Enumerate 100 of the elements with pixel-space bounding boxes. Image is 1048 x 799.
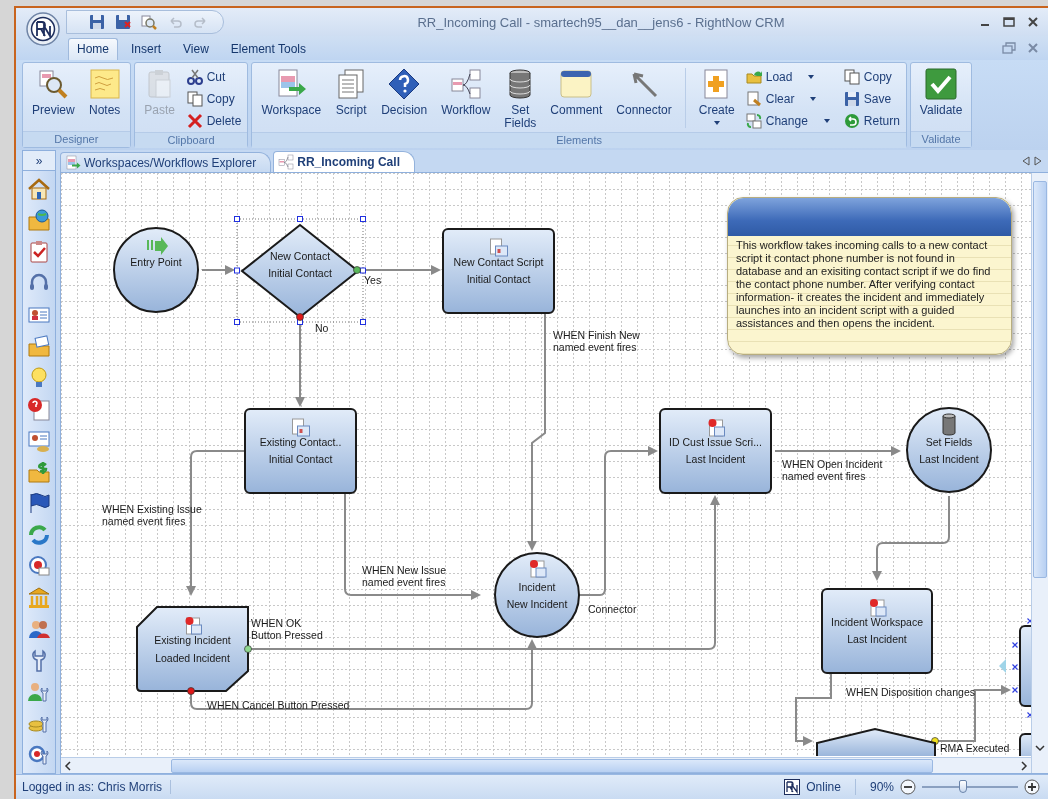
document-icon	[708, 419, 725, 437]
copy-icon	[186, 91, 203, 107]
preview-button[interactable]: Preview	[27, 66, 80, 119]
selection-handles[interactable]	[234, 216, 366, 325]
flow-node[interactable]	[113, 227, 199, 313]
target-card-icon[interactable]	[27, 554, 51, 579]
maximize-icon[interactable]	[1002, 15, 1016, 29]
swap-icon	[745, 113, 762, 129]
node-subtitle: Last Incident	[919, 453, 979, 465]
node-subtitle: New Incident	[506, 598, 568, 610]
port-dot[interactable]	[296, 313, 304, 321]
folder-icon	[745, 69, 762, 85]
window-title: RR_Incoming Call - smartech95__dan__jens6 - RightNow CRM	[416, 14, 786, 30]
change-button[interactable]: Change	[743, 110, 832, 132]
logged-in-user: Logged in as: Chris Morris	[22, 780, 172, 794]
port-dot[interactable]	[187, 687, 195, 695]
person-wrench-icon[interactable]	[27, 680, 51, 704]
magnifier-icon[interactable]	[141, 14, 157, 30]
ribbon-tab[interactable]: Home	[68, 38, 118, 60]
document-arrow-icon	[275, 68, 308, 100]
zoom-out-icon[interactable]	[900, 779, 916, 795]
script-button[interactable]: Script	[330, 66, 373, 119]
sidebar-toggle[interactable]: »	[23, 151, 55, 171]
ribbon-tab[interactable]: Insert	[122, 38, 171, 60]
flow-node[interactable]	[1019, 733, 1031, 756]
comment-button[interactable]: Comment	[545, 66, 608, 119]
left-triangle-icon[interactable]	[1022, 156, 1030, 166]
flow-node[interactable]	[494, 552, 580, 638]
clipboard-check-icon[interactable]	[27, 239, 51, 264]
node-title: Existing Contact..	[259, 436, 342, 448]
save-button[interactable]: Save	[841, 88, 902, 110]
folder-card-icon[interactable]	[27, 334, 51, 359]
flow-node[interactable]	[821, 588, 933, 674]
flow-node[interactable]	[816, 727, 936, 756]
scrollbar-thumb[interactable]	[171, 758, 933, 773]
ribbon-tab[interactable]: View	[174, 38, 218, 60]
dollar-folder-icon[interactable]	[27, 459, 51, 484]
app-logo-icon[interactable]	[26, 12, 60, 46]
zoom-in-icon[interactable]	[1024, 779, 1040, 795]
node-subtitle: Loaded Incident	[155, 652, 230, 664]
set-fields-button[interactable]: Set Fields	[499, 66, 542, 132]
save-close-icon[interactable]	[115, 14, 131, 30]
node-title: Incident Workspace	[831, 616, 923, 628]
validate-button[interactable]: Validate	[914, 66, 968, 119]
decision-button[interactable]: Decision	[376, 66, 433, 119]
zoom-percent: 90%	[869, 780, 894, 794]
copy-button[interactable]: Copy	[841, 66, 902, 88]
connector-label: WHEN Existing Issue named event fires	[102, 503, 202, 527]
workspace-button[interactable]: Workspace	[256, 66, 327, 119]
connector-label: WHEN Finish New named event fires	[553, 329, 640, 353]
flow-node[interactable]	[442, 228, 555, 314]
workflow-button[interactable]: Workflow	[436, 66, 496, 119]
connector-label: WHEN Open Incident named event fires	[782, 458, 883, 482]
circle-arrows-icon[interactable]	[27, 522, 51, 547]
load-button[interactable]: Load	[743, 66, 832, 88]
port-dot[interactable]	[353, 266, 361, 274]
scrollbar-thumb[interactable]	[1033, 181, 1047, 578]
arrow-icon	[147, 237, 168, 255]
save-icon[interactable]	[89, 14, 105, 30]
port-dot[interactable]	[244, 645, 252, 653]
connector-button[interactable]: Connector	[611, 66, 677, 119]
create-button[interactable]: Create	[693, 66, 740, 127]
node-title: ID Cust Issue Scri...	[669, 436, 762, 448]
group-title: Clipboard	[134, 132, 248, 148]
question-document-icon[interactable]	[27, 397, 51, 422]
node-subtitle: Initial Contact	[268, 267, 332, 279]
connector-label: WHEN Cancel Button Pressed	[207, 699, 350, 711]
right-triangle-icon[interactable]	[1034, 156, 1042, 166]
document-arrow-icon	[65, 154, 81, 171]
flow-node[interactable]	[244, 408, 357, 494]
flag-icon[interactable]	[27, 491, 51, 516]
notes-button[interactable]: Notes	[83, 66, 126, 119]
house-icon[interactable]	[27, 177, 51, 201]
node-title: New Contact Script	[453, 256, 544, 268]
connector-label: WHEN Disposition changes	[846, 686, 975, 698]
cut-button[interactable]: Cut	[184, 66, 244, 88]
return-button[interactable]: Return	[841, 110, 902, 132]
flow-node[interactable]	[1019, 625, 1031, 707]
slider-thumb[interactable]	[959, 780, 968, 793]
app-logo-icon	[784, 779, 801, 795]
flow-node[interactable]	[136, 606, 249, 692]
flow-node[interactable]	[659, 408, 772, 494]
document-tab[interactable]: Workspaces/Workflows Explorer	[60, 152, 272, 172]
scissors-icon	[186, 69, 203, 85]
question-diamond-icon	[388, 68, 421, 100]
document-icon	[185, 617, 202, 635]
document-tab[interactable]: RR_Incoming Call	[273, 151, 415, 172]
folder-globe-icon[interactable]	[27, 208, 51, 233]
close-icon[interactable]	[1026, 15, 1040, 29]
people-card-icon[interactable]	[27, 428, 51, 453]
bank-icon[interactable]	[27, 585, 51, 610]
comment-note[interactable]	[727, 197, 1012, 355]
copy-button[interactable]: Copy	[184, 88, 244, 110]
flow-node[interactable]	[906, 407, 992, 493]
flowchart-icon	[278, 154, 295, 170]
ribbon-tab[interactable]: Element Tools	[221, 38, 315, 60]
clear-button[interactable]: Clear	[743, 88, 832, 110]
document-icon	[292, 418, 310, 437]
delete-button[interactable]: Delete	[184, 110, 244, 132]
connector-label: Yes	[364, 274, 382, 286]
